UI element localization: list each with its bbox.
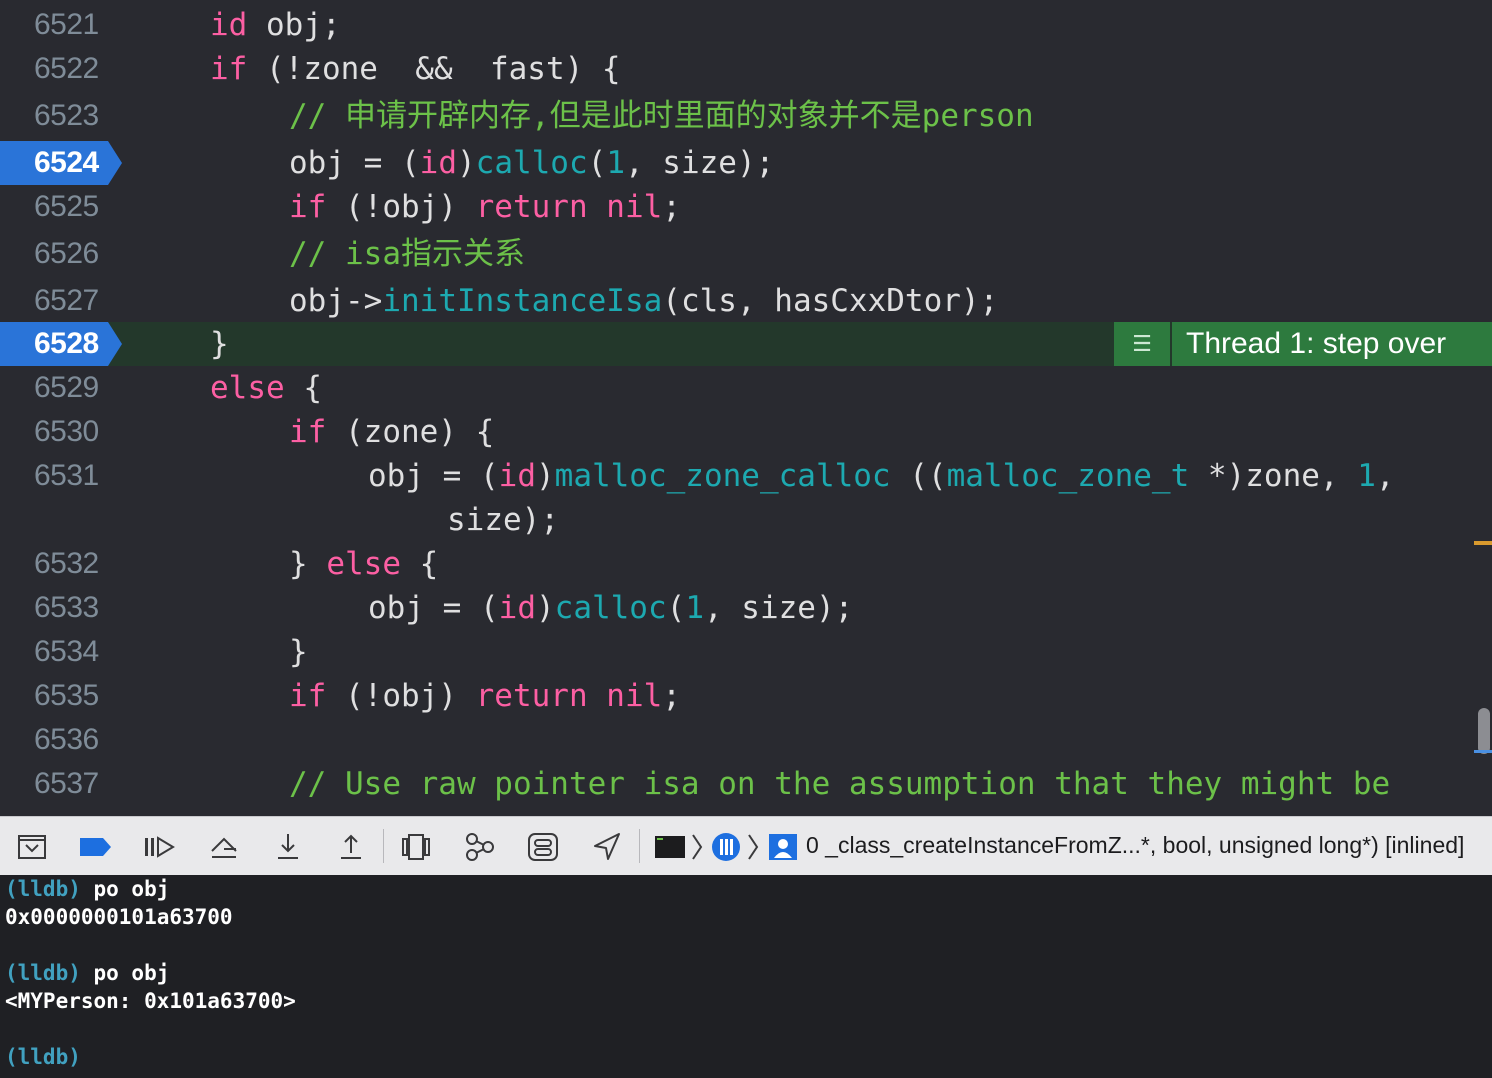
line-number[interactable]: 6522: [0, 47, 100, 91]
line-number[interactable]: 6526: [0, 232, 100, 276]
code-text: obj = (id)calloc(1, size);: [289, 145, 775, 181]
stack-frame-label[interactable]: 0 _class_createInstanceFromZ...*, bool, …: [806, 832, 1464, 859]
code-line[interactable]: 6527 obj->initInstanceIsa(cls, hasCxxDto…: [0, 279, 1492, 323]
lldb-prompt: (lldb): [5, 877, 81, 901]
line-number[interactable]: 6529: [0, 366, 100, 410]
code-line[interactable]: 6537 // Use raw pointer isa on the assum…: [0, 762, 1492, 806]
line-number[interactable]: 6536: [0, 718, 100, 762]
line-number[interactable]: 6532: [0, 542, 100, 586]
step-into-icon[interactable]: [272, 831, 304, 863]
thread-icon[interactable]: [710, 831, 742, 863]
code-comment: // isa指示关系: [289, 236, 525, 272]
code-text: size);: [447, 502, 559, 538]
console-output: <MYPerson: 0x101a63700>: [5, 989, 296, 1013]
line-number[interactable]: 6525: [0, 185, 100, 229]
chevron-right-icon: [690, 831, 704, 863]
code-line-wrap: size);: [0, 498, 1492, 542]
code-text: }: [210, 326, 229, 362]
line-number[interactable]: 6521: [0, 3, 100, 47]
line-number[interactable]: 6533: [0, 586, 100, 630]
line-number[interactable]: 6531: [0, 454, 100, 498]
code-text: obj = (id)calloc(1, size);: [368, 590, 854, 626]
console-output: 0x0000000101a63700: [5, 905, 233, 929]
code-line[interactable]: 6523 // 申请开辟内存,但是此时里面的对象并不是person: [0, 94, 1492, 138]
terminal-icon[interactable]: [654, 831, 686, 863]
warning-scroll-marker[interactable]: [1474, 541, 1492, 545]
code-line[interactable]: 6522 if (!zone && fast) {: [0, 47, 1492, 91]
code-text: }: [289, 634, 308, 670]
lldb-console[interactable]: (lldb) po obj 0x0000000101a63700 (lldb) …: [0, 875, 1492, 1078]
thread-status-badge[interactable]: ☰ Thread 1: step over: [1114, 322, 1492, 366]
breakpoint-scroll-marker[interactable]: [1474, 750, 1492, 753]
code-text: id obj;: [210, 7, 341, 43]
code-line[interactable]: 6533 obj = (id)calloc(1, size);: [0, 586, 1492, 630]
line-number[interactable]: 6523: [0, 94, 100, 138]
code-text: if (!zone && fast) {: [210, 51, 621, 87]
line-number[interactable]: 6534: [0, 630, 100, 674]
source-editor[interactable]: 6521 id obj; 6522 if (!zone && fast) { 6…: [0, 0, 1492, 816]
view-hierarchy-icon[interactable]: [400, 831, 432, 863]
code-line[interactable]: 6525 if (!obj) return nil;: [0, 185, 1492, 229]
memory-graph-icon[interactable]: [464, 831, 496, 863]
code-text: if (!obj) return nil;: [289, 189, 681, 225]
code-text: } else {: [289, 546, 439, 582]
code-line[interactable]: 6532 } else {: [0, 542, 1492, 586]
code-line[interactable]: 6536: [0, 718, 1492, 762]
code-comment: // Use raw pointer isa on the assumption…: [289, 766, 1391, 802]
code-comment: // 申请开辟内存,但是此时里面的对象并不是person: [289, 98, 1034, 134]
console-line: (lldb) po obj: [5, 877, 170, 901]
debug-bar: 0 _class_createInstanceFromZ...*, bool, …: [0, 816, 1492, 876]
thread-status-label: Thread 1: step over: [1186, 327, 1447, 360]
simulate-location-icon[interactable]: [591, 831, 623, 863]
vertical-scrollbar[interactable]: [1478, 708, 1490, 754]
code-line[interactable]: 6529 else {: [0, 366, 1492, 410]
code-text: obj->initInstanceIsa(cls, hasCxxDtor);: [289, 283, 999, 319]
user-frame-icon[interactable]: [768, 831, 800, 863]
code-line[interactable]: 6526 // isa指示关系: [0, 232, 1492, 276]
line-number[interactable]: 6528: [0, 322, 100, 366]
code-text: if (zone) {: [289, 414, 495, 450]
line-number[interactable]: 6537: [0, 762, 100, 806]
menu-icon[interactable]: ☰: [1114, 322, 1172, 366]
lldb-prompt: (lldb): [5, 961, 81, 985]
line-number[interactable]: 6535: [0, 674, 100, 718]
code-text: if (!obj) return nil;: [289, 678, 681, 714]
hide-debug-area-icon[interactable]: [16, 831, 48, 863]
console-line[interactable]: (lldb): [5, 1045, 81, 1069]
step-out-icon[interactable]: [335, 831, 367, 863]
console-line: (lldb) po obj: [5, 961, 170, 985]
code-text: obj = (id)malloc_zone_calloc ((malloc_zo…: [368, 458, 1395, 494]
line-number[interactable]: 6524: [0, 141, 100, 185]
line-number[interactable]: 6527: [0, 279, 100, 323]
continue-icon[interactable]: [143, 831, 175, 863]
code-text: else {: [210, 370, 322, 406]
line-number[interactable]: 6530: [0, 410, 100, 454]
environment-overrides-icon[interactable]: [527, 831, 559, 863]
code-line[interactable]: 6524 obj = (id)calloc(1, size);: [0, 141, 1492, 185]
lldb-prompt: (lldb): [5, 1045, 81, 1069]
code-line[interactable]: 6535 if (!obj) return nil;: [0, 674, 1492, 718]
code-line[interactable]: 6521 id obj;: [0, 3, 1492, 47]
step-over-icon[interactable]: [208, 831, 240, 863]
code-line[interactable]: 6530 if (zone) {: [0, 410, 1492, 454]
code-line[interactable]: 6531 obj = (id)malloc_zone_calloc ((mall…: [0, 454, 1492, 498]
chevron-right-icon: [746, 831, 760, 863]
breakpoints-toggle-icon[interactable]: [79, 831, 111, 863]
code-line[interactable]: 6534 }: [0, 630, 1492, 674]
